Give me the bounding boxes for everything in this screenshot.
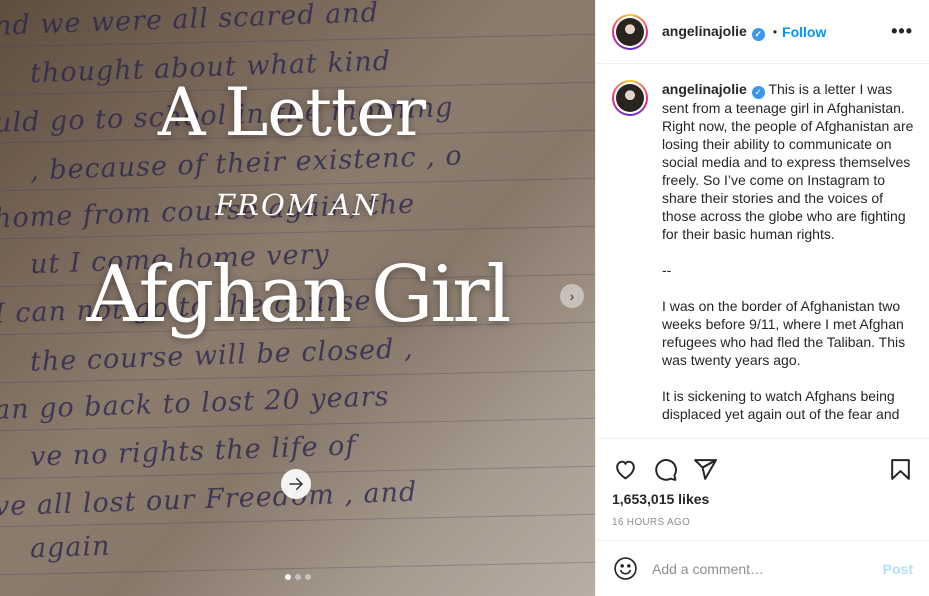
avatar[interactable] <box>612 13 648 50</box>
caption-area[interactable]: angelinajolie ✓ This is a letter I was se… <box>596 64 929 438</box>
post-caption: angelinajolie ✓ This is a letter I was se… <box>662 80 915 438</box>
bookmark-icon[interactable] <box>887 456 913 482</box>
header-separator: • <box>772 24 778 39</box>
caption-paragraph: -- <box>662 261 672 278</box>
post-header: angelinajolie ✓ • Follow ••• <box>596 0 929 64</box>
verified-badge-icon: ✓ <box>751 85 765 99</box>
more-options-icon[interactable]: ••• <box>891 21 913 42</box>
comment-icon[interactable] <box>652 456 678 482</box>
carousel-dot <box>284 574 291 580</box>
action-bar <box>596 439 929 491</box>
heart-icon[interactable] <box>612 456 638 482</box>
likes-count[interactable]: 1,653,015 likes <box>596 491 929 507</box>
follow-button[interactable]: Follow <box>782 24 826 40</box>
media-title-line2: FROM AN <box>215 188 380 222</box>
chevron-right-icon: › <box>569 288 575 304</box>
avatar-image <box>616 84 644 112</box>
carousel-dot <box>304 574 311 580</box>
caption-avatar[interactable] <box>612 80 648 116</box>
post-timestamp[interactable]: 16 HOURS AGO <box>596 517 929 528</box>
post-side-panel: angelinajolie ✓ • Follow ••• angelinajoli… <box>595 0 929 596</box>
share-icon[interactable] <box>692 456 718 482</box>
caption-paragraph: This is a letter I was sent from a teena… <box>662 81 914 242</box>
media-title-line3: Afghan Girl <box>86 250 511 340</box>
caption-paragraph: I was on the border of Afghanistan two w… <box>662 297 906 368</box>
post-media[interactable]: nd we were all scared and thought about w… <box>0 0 595 596</box>
instagram-post-modal: nd we were all scared and thought about w… <box>0 0 929 596</box>
carousel-dot <box>294 574 301 580</box>
comment-bar: Post <box>596 540 929 596</box>
carousel-dots <box>0 574 595 580</box>
caption-paragraph: It is sickening to watch Afghans being d… <box>662 387 900 422</box>
emoji-icon[interactable] <box>612 556 638 582</box>
verified-badge-icon: ✓ <box>751 27 765 41</box>
caption-username[interactable]: angelinajolie <box>662 81 747 97</box>
post-actions-section: 1,653,015 likes 16 HOURS AGO <box>596 438 929 540</box>
carousel-next-button[interactable]: › <box>560 284 584 308</box>
comment-input[interactable] <box>652 560 883 577</box>
avatar-image <box>616 17 644 46</box>
header-username[interactable]: angelinajolie ✓ <box>662 23 765 41</box>
post-comment-button[interactable]: Post <box>883 561 913 577</box>
arrow-right-icon <box>281 469 311 499</box>
media-title-line1: A Letter <box>157 74 426 151</box>
